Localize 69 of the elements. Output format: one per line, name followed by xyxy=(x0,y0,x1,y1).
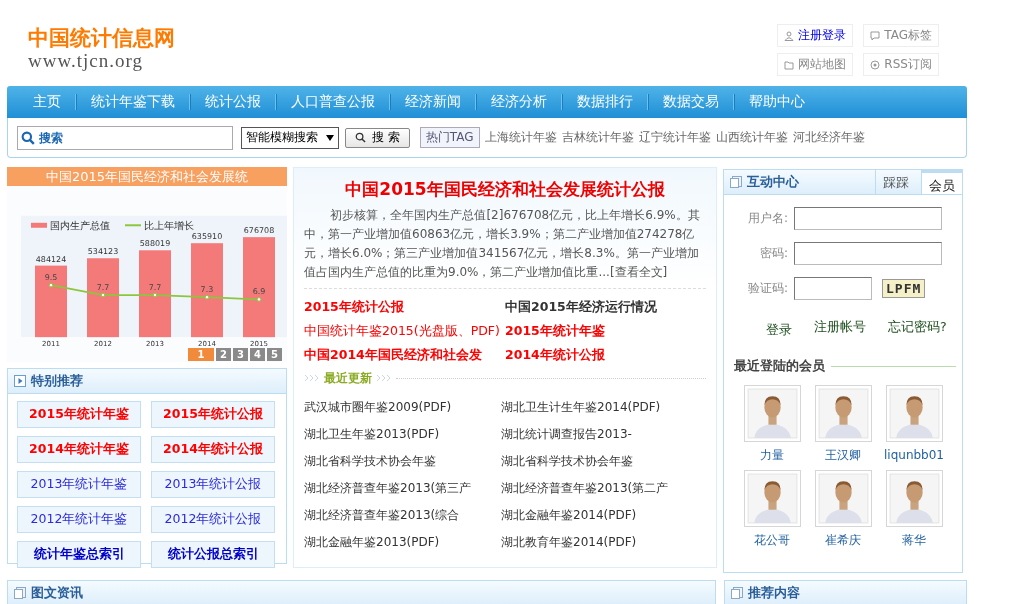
slide-caption: 中国2015年国民经济和社会发展统 xyxy=(7,167,287,186)
tab[interactable]: 会员 xyxy=(921,170,962,194)
featured-link-button[interactable]: 2012年统计年鉴 xyxy=(17,506,141,533)
headline-link[interactable]: 中国2014年国民经济和社会发 xyxy=(304,345,505,364)
headline-link[interactable]: 2014年统计公报 xyxy=(505,345,706,364)
search-button[interactable]: 搜 索 xyxy=(345,127,410,148)
field-label: 密码: xyxy=(758,245,788,262)
field-label: 用户名: xyxy=(746,210,788,227)
recent-update-link[interactable]: 湖北卫生年鉴2013(PDF) xyxy=(304,421,501,448)
headline-link[interactable]: 2015年统计公报 xyxy=(304,297,505,316)
member-name-link[interactable]: liqunbb01 xyxy=(884,442,944,468)
header-link[interactable]: TAG标签 xyxy=(863,24,939,47)
hot-tag-label: 热门TAG xyxy=(419,127,480,148)
headline-link[interactable]: 中国统计年鉴2015(光盘版、PDF) xyxy=(304,321,505,340)
tab[interactable]: 踩踩 xyxy=(875,170,916,194)
search-mode-select[interactable]: 智能模糊搜索 xyxy=(241,126,339,149)
section-title: 互动中心 xyxy=(747,173,799,191)
headline-link[interactable]: 中国2015年经济运行情况 xyxy=(505,297,706,316)
recent-updates-title: 最近更新 xyxy=(324,369,372,387)
recent-update-link[interactable]: 湖北金融年鉴2013(PDF) xyxy=(304,529,501,556)
captcha-image: LPFM xyxy=(882,279,926,298)
featured-link-button[interactable]: 2014年统计年鉴 xyxy=(17,436,141,463)
recent-update-link[interactable]: 湖北经济普查年鉴2013(第三产 xyxy=(304,475,501,502)
headline-title[interactable]: 中国2015年国民经济和社会发展统计公报 xyxy=(304,178,706,201)
featured-link-button[interactable]: 2014年统计公报 xyxy=(151,436,275,463)
field-label: 验证码: xyxy=(746,280,788,297)
account-link[interactable]: 忘记密码? xyxy=(888,319,947,336)
section-title: 图文资讯 xyxy=(31,584,83,602)
featured-link-button[interactable]: 2013年统计年鉴 xyxy=(17,471,141,498)
hot-tag-link[interactable]: 上海统计年鉴 xyxy=(484,129,557,146)
featured-link-button[interactable]: 2015年统计公报 xyxy=(151,401,275,428)
account-link[interactable]: 登录 xyxy=(766,322,792,339)
search-field[interactable]: 搜索 xyxy=(17,125,233,150)
featured-link-button[interactable]: 统计公报总索引 xyxy=(151,541,275,568)
hot-tag-link[interactable]: 山西统计年鉴 xyxy=(715,129,788,146)
featured-link-button[interactable]: 2012年统计公报 xyxy=(151,506,275,533)
hot-tag-link[interactable]: 河北经济年鉴 xyxy=(792,129,865,146)
read-more-link[interactable]: [查看全文] xyxy=(609,265,668,279)
recent-update-link[interactable]: 湖北经济普查年鉴2013(综合 xyxy=(304,502,501,529)
headline-link[interactable]: 2015年统计年鉴 xyxy=(505,321,706,340)
header-link[interactable]: RSS订阅 xyxy=(863,53,939,76)
section-title: 推荐内容 xyxy=(748,584,800,602)
headline-summary: 初步核算，全年国内生产总值[2]676708亿元，比上年增长6.9%。其中，第一产业增加值60863亿元，增长3.9%；第二产业增加值274278亿元，增长6.0%；第三产业增加值341567亿元，增长8.3%。第一产业增加值占国内生产总值的比重为9.0%，第二产业增加值比重...[查看全文] xyxy=(304,206,706,289)
member-name-link[interactable]: 花公哥 xyxy=(754,527,790,553)
member-name-link[interactable]: 崔希庆 xyxy=(825,527,861,553)
recent-update-link[interactable]: 湖北经济普查年鉴2013(第二产 xyxy=(501,475,706,502)
hot-tag-link[interactable]: 吉林统计年鉴 xyxy=(561,129,634,146)
header-link[interactable]: 注册登录 xyxy=(777,24,854,47)
legend-label: 国内生产总值 xyxy=(50,219,111,231)
recent-update-link[interactable]: 湖北统计调查报告2013- xyxy=(501,421,706,448)
section-title: 特别推荐 xyxy=(31,372,83,390)
featured-link-button[interactable]: 统计年鉴总索引 xyxy=(17,541,141,568)
featured-link-button[interactable]: 2015年统计年鉴 xyxy=(17,401,141,428)
header-link[interactable]: 网站地图 xyxy=(777,53,854,76)
recent-members-title: 最近登陆的会员 xyxy=(734,357,825,375)
recent-update-link[interactable]: 武汉城市圈年鉴2009(PDF) xyxy=(304,394,501,421)
recent-update-link[interactable]: 湖北省科学技术协会年鉴 xyxy=(501,448,706,475)
recent-update-link[interactable]: 湖北金融年鉴2014(PDF) xyxy=(501,502,706,529)
member-name-link[interactable]: 力量 xyxy=(760,442,784,468)
recent-update-link[interactable]: 湖北卫生计生年鉴2014(PDF) xyxy=(501,394,706,421)
member-name-link[interactable]: 蒋华 xyxy=(902,527,926,553)
site-url: www.tjcn.org xyxy=(28,50,144,72)
member-name-link[interactable]: 王汉卿 xyxy=(825,442,861,468)
recent-update-link[interactable]: 湖北教育年鉴2014(PDF) xyxy=(501,529,706,556)
account-link[interactable]: 注册帐号 xyxy=(814,319,866,336)
featured-link-button[interactable]: 2013年统计公报 xyxy=(151,471,275,498)
recent-update-link[interactable]: 湖北省科学技术协会年鉴 xyxy=(304,448,501,475)
hot-tag-link[interactable]: 辽宁统计年鉴 xyxy=(638,129,711,146)
chart-legend: 国内生产总值 比上年增长 xyxy=(31,219,195,231)
